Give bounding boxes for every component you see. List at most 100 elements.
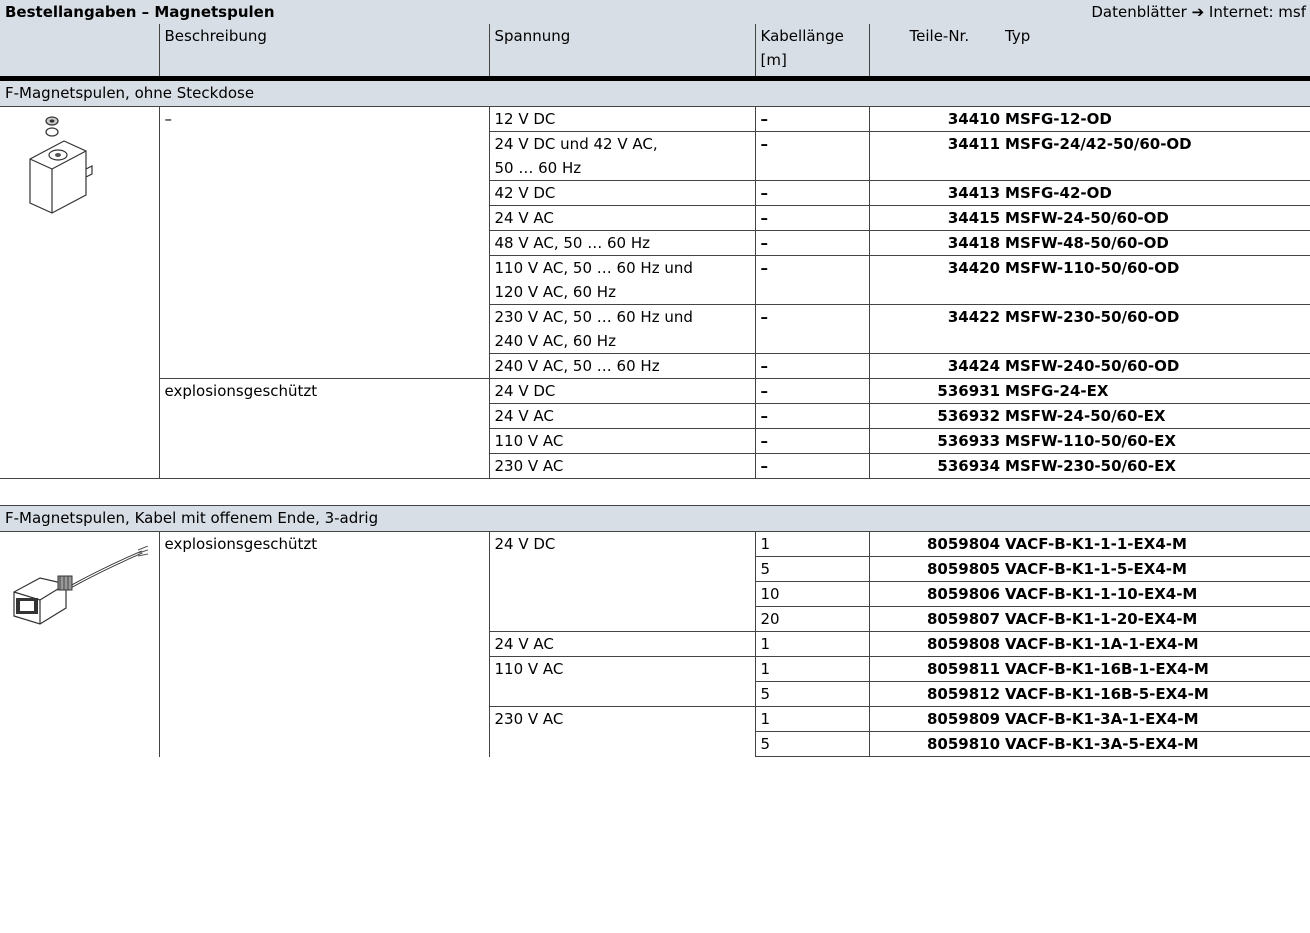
kabellaenge-cell: – [755,255,870,305]
kabellaenge-cell: – [755,180,870,206]
teile-nr-cell: 34420 [869,255,1001,305]
column-header-teile-nr: Teile-Nr. [868,24,1001,76]
teile-nr-cell: 536934 [869,453,1001,479]
typ-cell: VACF-B-K1-1-10-EX4-M [1000,581,1310,607]
spannung-cell: 110 V AC, 50 … 60 Hz und 120 V AC, 60 Hz [489,255,756,305]
typ-cell: MSFW-240-50/60-OD [1000,353,1310,379]
spannung-line: 110 V AC, 50 … 60 Hz und [494,259,693,277]
spannung-line: 110 V AC [494,432,564,450]
kabellaenge-cell: 1 [755,631,870,657]
spannung-cell: 110 V AC [489,656,756,707]
typ-cell: MSFG-12-OD [1000,106,1310,132]
beschreibung-cell: explosionsgeschützt [159,531,490,757]
typ-cell: VACF-B-K1-16B-5-EX4-M [1000,681,1310,707]
cable-coil-icon [13,545,149,625]
spannung-line: 240 V AC, 60 Hz [494,332,616,350]
kabellaenge-cell: – [755,453,870,479]
spannung-cell: 24 V AC [489,403,756,429]
teile-nr-cell: 34413 [869,180,1001,206]
typ-cell: MSFG-24/42-50/60-OD [1000,131,1310,181]
kabellaenge-cell: – [755,205,870,231]
spannung-line: 42 V DC [494,184,556,202]
spannung-cell: 24 V DC und 42 V AC, 50 … 60 Hz [489,131,756,181]
typ-cell: VACF-B-K1-1-1-EX4-M [1000,531,1310,557]
spannung-line: 230 V AC [494,457,564,475]
kabellaenge-cell: 20 [755,606,870,632]
section-header-row: F-Magnetspulen, ohne Steckdose [0,81,1310,107]
section-title: F-Magnetspulen, ohne Steckdose [0,81,1310,107]
teile-nr-cell: 34411 [869,131,1001,181]
spannung-line: 48 V AC, 50 … 60 Hz [494,234,651,252]
typ-cell: VACF-B-K1-1A-1-EX4-M [1000,631,1310,657]
spannung-cell: 230 V AC [489,706,756,757]
kabellaenge-cell: – [755,106,870,132]
product-image [0,531,160,757]
section-title: F-Magnetspulen, Kabel mit offenem Ende, … [0,505,1310,532]
teile-nr-cell: 8059808 [869,631,1001,657]
teile-nr-cell: 34410 [869,106,1001,132]
section-header-row: F-Magnetspulen, Kabel mit offenem Ende, … [0,505,1310,532]
kabellaenge-cell: 10 [755,581,870,607]
spannung-cell: 24 V DC [489,531,756,632]
kabellaenge-cell: 5 [755,731,870,757]
column-header-row: Beschreibung Spannung Kabellänge [m] Teil… [0,24,1310,76]
kabellaenge-cell: – [755,403,870,429]
teile-nr-cell: 8059807 [869,606,1001,632]
teile-nr-cell: 34415 [869,205,1001,231]
typ-cell: MSFW-230-50/60-OD [1000,304,1310,354]
typ-cell: VACF-B-K1-3A-5-EX4-M [1000,731,1310,757]
kabellaenge-cell: – [755,131,870,181]
kabellaenge-unit: [m] [760,51,787,69]
spannung-cell: 110 V AC [489,428,756,454]
column-header-kabellaenge: Kabellänge [m] [754,24,870,76]
kabellaenge-cell: – [755,378,870,404]
datasheet-label: Datenblätter [1091,3,1187,21]
typ-cell: MSFG-42-OD [1000,180,1310,206]
teile-nr-cell: 8059811 [869,656,1001,682]
arrow-right-icon: ➔ [1191,3,1205,21]
beschreibung-cell: – [159,106,490,379]
table-row: explosionsgeschützt 24 V DC –536931 MSFG-24… [0,378,1310,479]
typ-cell: MSFG-24-EX [1000,378,1310,404]
typ-cell: MSFW-110-50/60-EX [1000,428,1310,454]
column-header-spannung: Spannung [488,24,756,76]
teile-nr-cell: 536933 [869,428,1001,454]
spannung-line: 50 … 60 Hz [494,159,582,177]
kabellaenge-cell: – [755,304,870,354]
kabellaenge-cell: 5 [755,681,870,707]
table-row: explosionsgeschützt 24 V DC 1 8059804 VACF-B… [0,531,1310,757]
typ-cell: VACF-B-K1-16B-1-EX4-M [1000,656,1310,682]
teile-nr-cell: 536932 [869,403,1001,429]
teile-nr-cell: 8059810 [869,731,1001,757]
typ-cell: VACF-B-K1-1-5-EX4-M [1000,556,1310,582]
typ-cell: MSFW-230-50/60-EX [1000,453,1310,479]
spannung-cell: 24 V AC [489,631,756,657]
column-header-image [0,24,159,76]
spacer-row [0,478,1310,506]
teile-nr-cell: 536931 [869,378,1001,404]
title-bar: Bestellangaben – Magnetspulen Datenblätt… [0,0,1310,24]
internet-reference: Internet: msf [1208,3,1307,21]
kabellaenge-cell: 1 [755,531,870,557]
typ-cell: VACF-B-K1-1-20-EX4-M [1000,606,1310,632]
teile-nr-cell: 8059806 [869,581,1001,607]
spannung-line: 24 V AC [494,209,554,227]
spannung-line: 24 V AC [494,407,554,425]
typ-cell: MSFW-24-50/60-EX [1000,403,1310,429]
spannung-cell: 24 V DC [489,378,756,404]
spannung-line: 230 V AC, 50 … 60 Hz und [494,308,693,326]
typ-cell: MSFW-110-50/60-OD [1000,255,1310,305]
typ-cell: MSFW-48-50/60-OD [1000,230,1310,256]
teile-nr-cell: 34422 [869,304,1001,354]
kabellaenge-label: Kabellänge [760,27,844,45]
column-header-typ: Typ [1000,24,1310,76]
kabellaenge-cell: – [755,230,870,256]
teile-nr-cell: 8059805 [869,556,1001,582]
column-header-beschreibung: Beschreibung [158,24,489,76]
teile-nr-cell: 8059812 [869,681,1001,707]
table-row: –12 V DC –34410 MSFG-12-OD [0,106,1310,479]
spannung-cell: 230 V AC, 50 … 60 Hz und 240 V AC, 60 Hz [489,304,756,354]
spannung-cell: 12 V DC [489,106,756,132]
typ-cell: VACF-B-K1-3A-1-EX4-M [1000,706,1310,732]
spannung-line: 24 V DC und 42 V AC, [494,135,658,153]
